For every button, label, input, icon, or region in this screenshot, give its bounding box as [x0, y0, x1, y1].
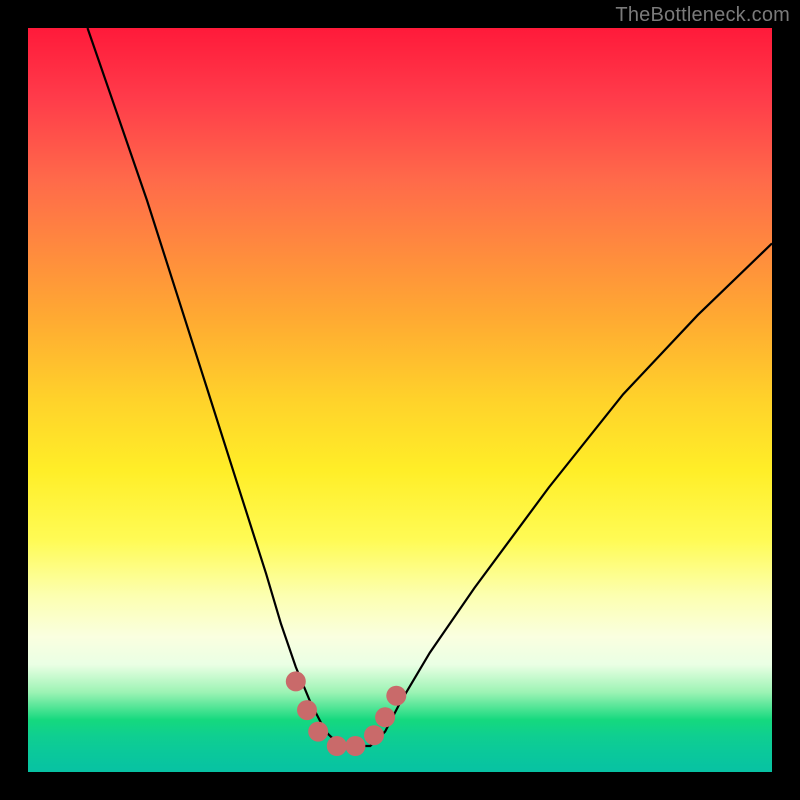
watermark-text: TheBottleneck.com — [615, 4, 790, 27]
plot-area — [28, 28, 772, 772]
optimal-marker — [364, 725, 384, 745]
optimal-marker — [327, 736, 347, 756]
optimal-marker — [386, 686, 406, 706]
optimal-marker — [375, 707, 395, 727]
optimal-marker — [308, 722, 328, 742]
bottleneck-curve — [88, 28, 773, 746]
optimal-marker — [297, 700, 317, 720]
optimal-marker — [286, 671, 306, 691]
outer-frame: TheBottleneck.com — [0, 0, 800, 800]
optimal-markers — [286, 671, 407, 756]
optimal-marker — [345, 736, 365, 756]
chart-svg — [28, 28, 772, 772]
